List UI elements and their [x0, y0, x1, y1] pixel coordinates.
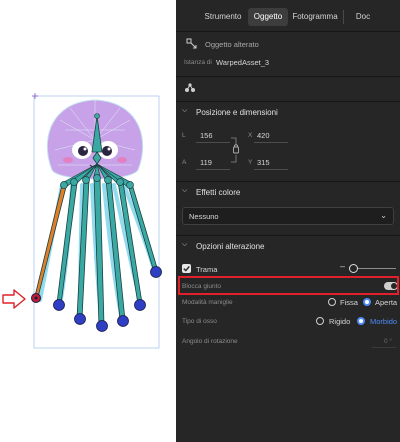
tab-bar: Strumento Oggetto Fotogramma Doc — [176, 0, 400, 32]
chevron-down-icon: ⌵ — [182, 187, 188, 194]
field-y-label: Y — [248, 159, 253, 166]
instance-name: WarpedAsset_3 — [216, 58, 270, 67]
rotation-underline — [372, 347, 396, 348]
tab-strumento[interactable]: Strumento — [198, 8, 248, 26]
instance-row: Istanza di WarpedAsset_3 — [176, 56, 400, 70]
field-x-value[interactable]: 420 — [257, 131, 270, 140]
chevron-down-icon: ⌵ — [182, 107, 188, 114]
chevron-down-icon: ⌄ — [380, 211, 387, 220]
radio-rigido-label: Rigido — [329, 317, 351, 326]
checkmark-icon — [183, 265, 190, 272]
properties-panel: Strumento Oggetto Fotogramma Doc Oggetto… — [176, 0, 400, 442]
section-title: Posizione e dimensioni — [196, 108, 278, 117]
stage-canvas[interactable] — [0, 0, 176, 442]
object-type-row: Oggetto alterato — [176, 32, 400, 54]
chevron-down-icon: ⌵ — [182, 241, 188, 248]
field-y-underline — [254, 169, 288, 170]
field-y-value[interactable]: 315 — [257, 158, 270, 167]
field-l-value[interactable]: 156 — [200, 131, 213, 140]
section-warp-options[interactable]: ⌵ Opzioni alterazione — [176, 235, 400, 257]
dropdown-value: Nessuno — [189, 212, 219, 221]
jellyfish-artwork[interactable] — [0, 0, 176, 442]
radio-fissa[interactable] — [328, 298, 336, 306]
tab-doc[interactable]: Doc — [348, 8, 378, 26]
section-title: Opzioni alterazione — [196, 242, 265, 251]
minus-icon[interactable]: – — [340, 261, 345, 271]
tab-oggetto[interactable]: Oggetto — [248, 8, 288, 26]
tool-icon-row — [176, 76, 400, 98]
mesh-label: Trama — [196, 265, 218, 274]
lock-joint-toggle[interactable] — [384, 282, 398, 290]
radio-morbido-label: Morbido — [370, 317, 398, 326]
section-position-size[interactable]: ⌵ Posizione e dimensioni — [176, 101, 400, 123]
radio-aperta-label: Aperta — [375, 298, 398, 307]
field-a-value[interactable]: 119 — [200, 158, 212, 167]
instance-label: Istanza di — [184, 59, 212, 66]
radio-rigido[interactable] — [316, 317, 324, 325]
link-icon[interactable] — [229, 136, 243, 164]
bone-tool-icon[interactable] — [184, 83, 196, 93]
radio-morbido[interactable] — [357, 317, 365, 325]
field-l-label: L — [182, 132, 186, 139]
field-x-underline — [254, 142, 288, 143]
toggle-knob — [391, 283, 397, 289]
field-l-underline — [196, 142, 230, 143]
field-a-label: A — [182, 159, 187, 166]
handle-mode-label: Modalità maniglie — [182, 299, 233, 306]
slider-thumb[interactable] — [349, 264, 358, 273]
radio-aperta[interactable] — [363, 298, 371, 306]
section-title: Effetti colore — [196, 188, 241, 197]
field-x-label: X — [248, 132, 253, 139]
object-type-label: Oggetto alterato — [205, 40, 259, 49]
rotation-value[interactable]: 0 ° — [384, 338, 392, 345]
section-color-effects[interactable]: ⌵ Effetti colore — [176, 181, 400, 203]
mesh-checkbox[interactable] — [182, 264, 191, 273]
radio-fissa-label: Fissa — [340, 298, 358, 307]
rotation-label: Angolo di rotazione — [182, 338, 238, 345]
arrow-right-icon — [2, 289, 26, 309]
lock-joint-label: Blocca giunto — [182, 283, 222, 290]
field-a-underline — [196, 169, 230, 170]
warp-object-icon — [186, 38, 197, 49]
tab-divider — [343, 10, 344, 24]
tab-fotogramma[interactable]: Fotogramma — [289, 8, 341, 26]
color-effect-dropdown[interactable]: Nessuno ⌄ — [182, 207, 394, 225]
registration-point-icon — [32, 93, 38, 99]
mesh-density-slider[interactable]: – — [340, 260, 396, 276]
bone-type-label: Tipo di osso — [182, 318, 217, 325]
